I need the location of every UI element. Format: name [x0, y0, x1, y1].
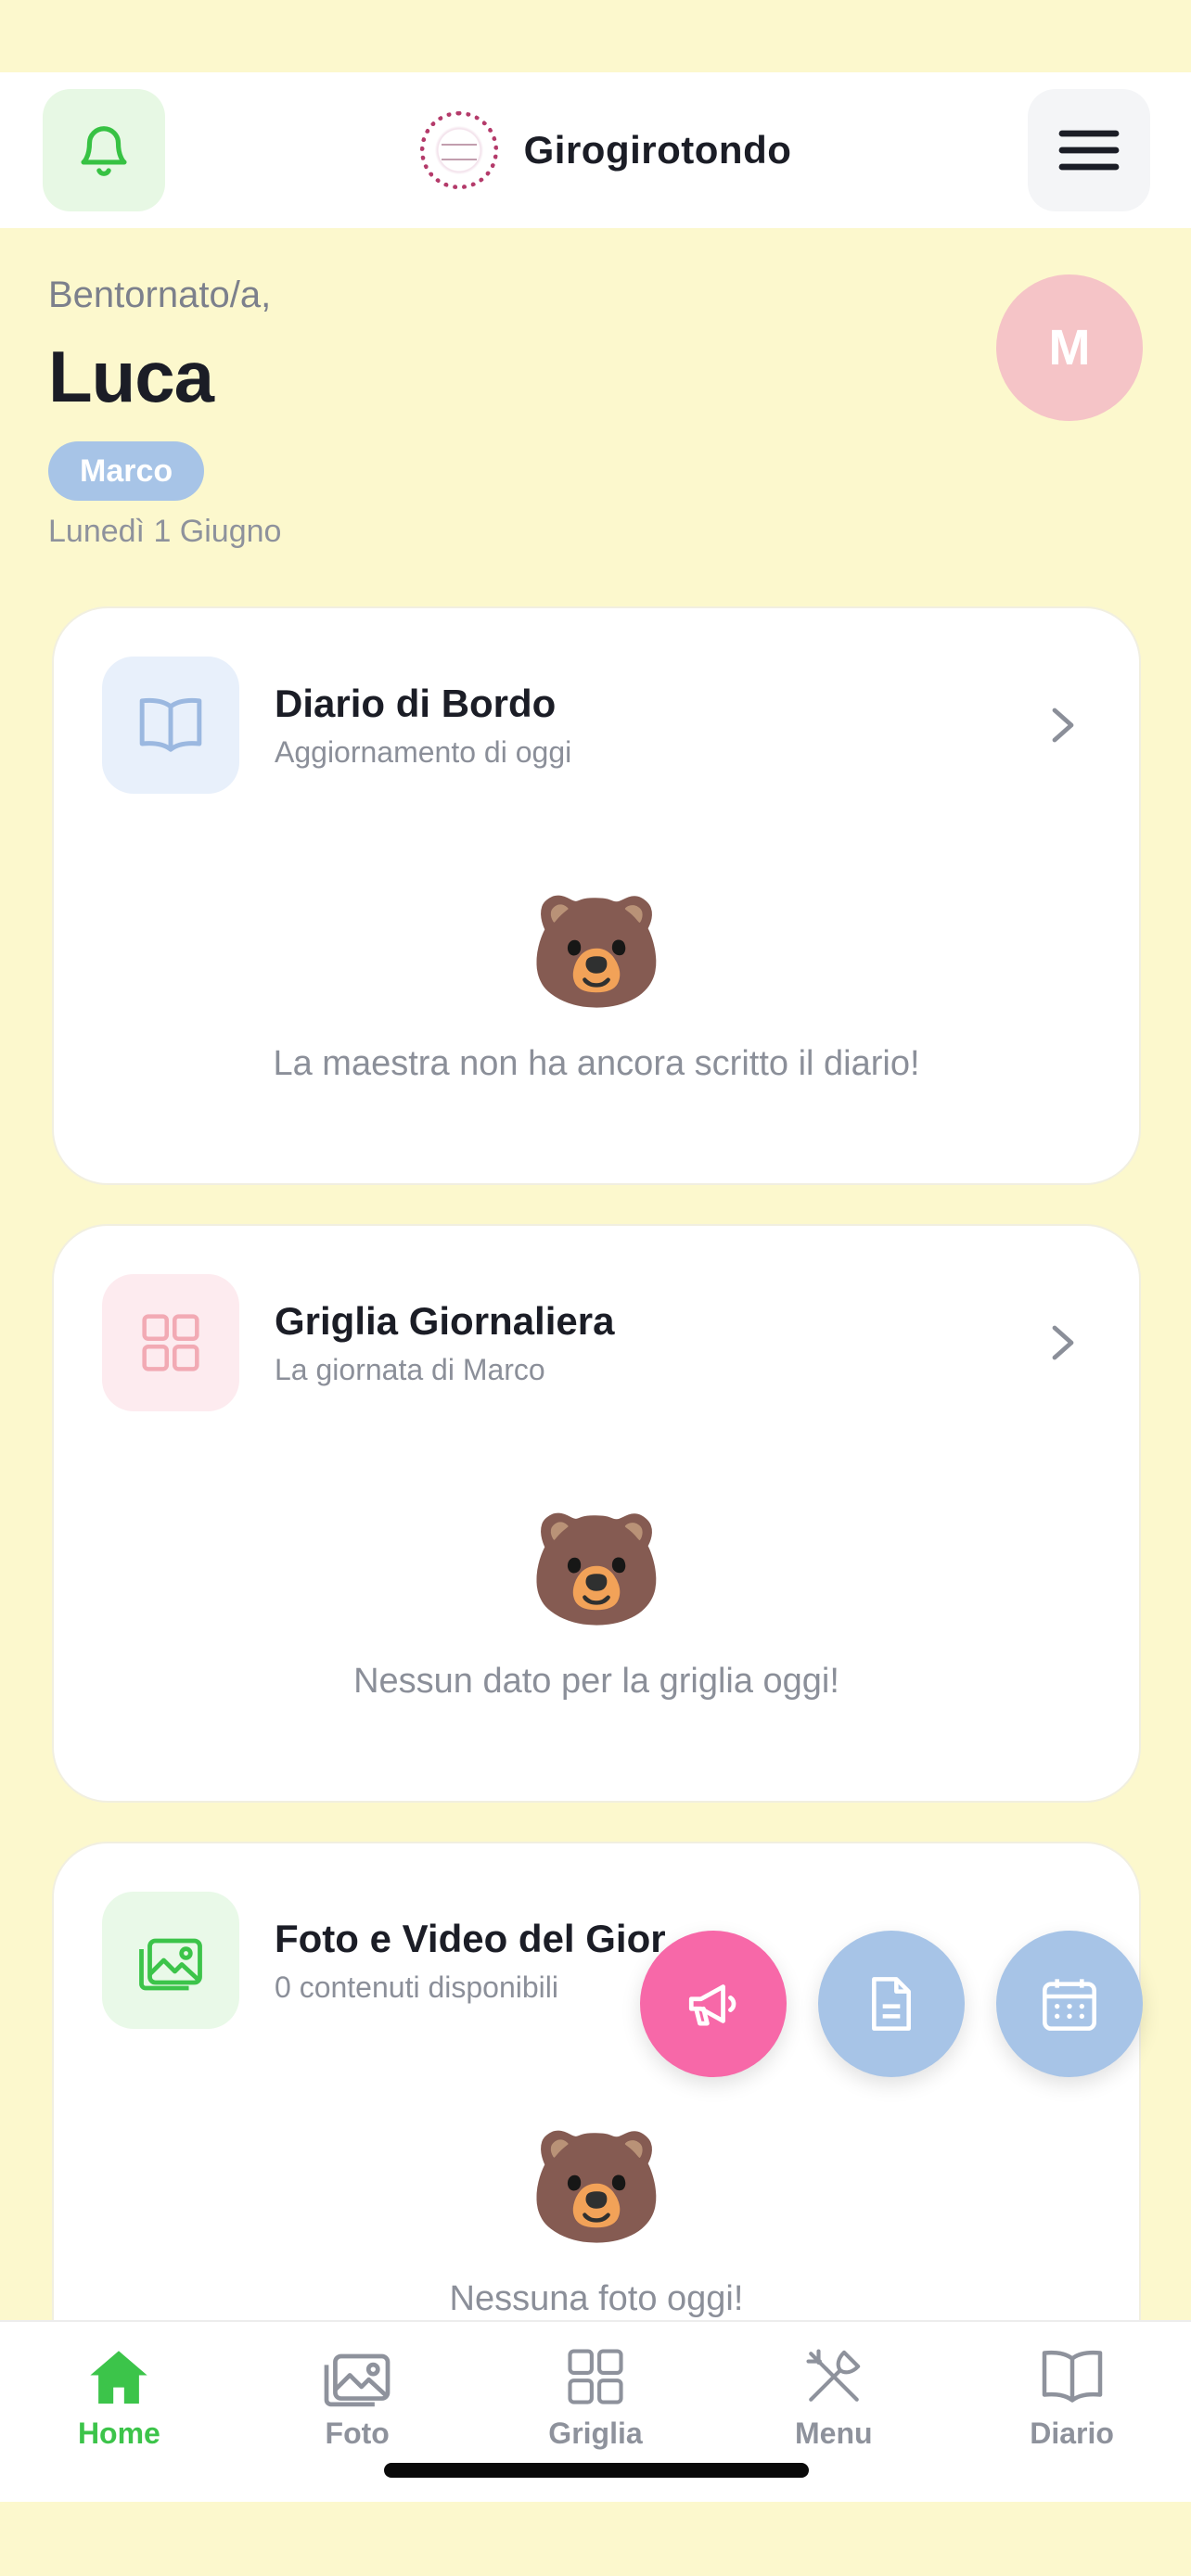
grid-card-header[interactable]: Griglia Giornaliera La giornata di Marco [102, 1274, 1091, 1411]
avatar[interactable]: M [996, 274, 1143, 421]
tab-griglia[interactable]: Griglia [503, 2346, 688, 2451]
grid-card-icon [102, 1274, 239, 1411]
chevron-right-icon[interactable] [1035, 1324, 1091, 1361]
photos-empty-text: Nessuna foto oggi! [449, 2279, 744, 2318]
greeting-section: Bentornato/a, Luca Marco Lunedì 1 Giugno [48, 274, 281, 550]
calendar-icon [1043, 1979, 1096, 2031]
bear-emoji: 🐻 [528, 891, 665, 1014]
greeting-text: Bentornato/a, [48, 274, 272, 315]
hamburger-icon [1058, 130, 1120, 171]
brand: Girogirotondo [419, 111, 792, 189]
top-bar: Girogirotondo [0, 72, 1191, 228]
photo-icon [324, 2353, 391, 2407]
tab-foto[interactable]: Foto [264, 2346, 450, 2451]
announcements-button[interactable] [640, 1931, 787, 2077]
child-badge[interactable]: Marco [48, 441, 205, 501]
documents-button[interactable] [818, 1931, 965, 2077]
photos-card-icon [102, 1892, 239, 2029]
photo-gallery-icon [139, 1938, 202, 1991]
megaphone-icon [688, 1984, 736, 2026]
app-screen: Girogirotondo Bentornato/a, Luca Marco L… [0, 0, 1191, 2576]
tab-home[interactable]: Home [26, 2346, 211, 2451]
brand-logo [419, 111, 498, 189]
menu-button[interactable] [1028, 89, 1150, 211]
tab-foto-label: Foto [325, 2417, 390, 2450]
diary-card-icon [102, 657, 239, 794]
chevron-right-icon[interactable] [1035, 707, 1091, 744]
tab-menu-label: Menu [795, 2417, 873, 2450]
book-icon [1042, 2350, 1102, 2403]
app-title: Girogirotondo [523, 128, 792, 172]
cutlery-icon [806, 2349, 860, 2402]
grid-card-subtitle: La giornata di Marco [275, 1352, 545, 1386]
diary-card-title: Diario di Bordo [275, 681, 557, 725]
bear-emoji: 🐻 [528, 1509, 665, 1631]
tab-menu[interactable]: Menu [741, 2346, 927, 2451]
notifications-button[interactable] [43, 89, 165, 211]
tab-griglia-label: Griglia [548, 2417, 643, 2450]
diary-card[interactable]: Diario di Bordo Aggiornamento di oggi 🐻 … [52, 606, 1141, 1185]
book-icon [139, 697, 202, 752]
tab-diario-label: Diario [1030, 2417, 1114, 2450]
bell-icon [81, 126, 127, 176]
grid-icon [568, 2349, 623, 2404]
diary-empty-text: La maestra non ha ancora scritto il diar… [273, 1044, 920, 1083]
user-name: Luca [48, 336, 214, 417]
home-indicator [384, 2463, 809, 2478]
grid-card-title: Griglia Giornaliera [275, 1298, 615, 1343]
calendar-button[interactable] [996, 1931, 1143, 2077]
tab-home-label: Home [77, 2417, 160, 2450]
tab-diario[interactable]: Diario [980, 2346, 1165, 2451]
diary-card-subtitle: Aggiornamento di oggi [275, 734, 572, 769]
bear-emoji: 🐻 [528, 2126, 665, 2249]
grid-icon [142, 1314, 199, 1371]
document-icon [872, 1977, 911, 2031]
grid-card[interactable]: Griglia Giornaliera La giornata di Marco… [52, 1224, 1141, 1803]
home-icon [90, 2351, 148, 2404]
diary-card-header[interactable]: Diario di Bordo Aggiornamento di oggi [102, 657, 1091, 794]
grid-empty-text: Nessun dato per la griglia oggi! [353, 1662, 839, 1701]
current-date: Lunedì 1 Giugno [48, 514, 282, 549]
